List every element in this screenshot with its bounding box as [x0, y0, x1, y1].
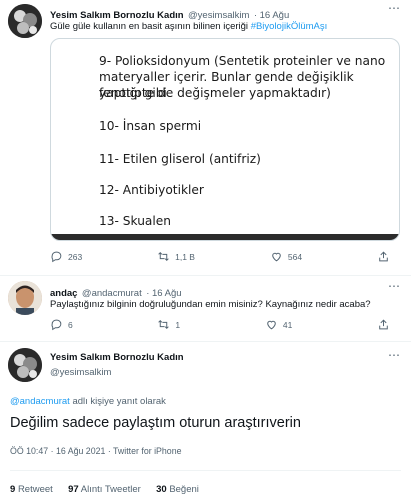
- reply-to-handle-link[interactable]: @andacmurat: [10, 396, 70, 407]
- share-icon: [379, 251, 388, 262]
- divider: [10, 470, 401, 471]
- tweet-text: Güle güle kullanın en basit aşının bilin…: [50, 20, 327, 33]
- image-text-line: 11- Etilen gliserol (antifriz): [99, 152, 261, 166]
- tweet-actions: 263 1,1 B 564: [50, 250, 390, 263]
- retweets-stat[interactable]: 9 Retweet: [10, 484, 53, 495]
- retweet-count: 1,1 B: [175, 251, 195, 262]
- tweet-actions: 6 1 41: [50, 318, 390, 331]
- share-button[interactable]: [377, 318, 390, 331]
- retweet-icon: [158, 252, 169, 261]
- heart-icon: [267, 320, 276, 330]
- avatar[interactable]: [8, 281, 42, 315]
- more-options-icon[interactable]: ⋯: [388, 348, 400, 362]
- reply-button[interactable]: 6: [50, 318, 73, 331]
- divider: [0, 275, 411, 276]
- avatar-image-icon: [8, 348, 42, 382]
- reply-to-suffix: adlı kişiye yanıt olarak: [72, 396, 166, 407]
- image-text-line: 9- Polioksidonyum (Sentetik proteinler v…: [99, 54, 386, 68]
- likes-stat[interactable]: 30 Beğeni: [156, 484, 199, 495]
- image-bottom-bar: [51, 234, 399, 240]
- avatar[interactable]: [8, 4, 42, 38]
- tweet-body: Güle güle kullanın en basit aşının bilin…: [50, 21, 249, 32]
- image-text-line: 12- Antibiyotikler: [99, 183, 204, 197]
- author-handle[interactable]: @yesimsalkim: [50, 367, 111, 378]
- image-text-line: 10- İnsan spermi: [99, 119, 202, 133]
- retweet-count: 1: [175, 319, 181, 330]
- reply-icon: [51, 251, 62, 263]
- like-button[interactable]: 41: [265, 318, 292, 331]
- reply-button[interactable]: 263: [50, 250, 82, 263]
- tweet-timestamp[interactable]: ÖÖ 10:47 · 16 Ağu 2021 · Twitter for iPh…: [10, 446, 181, 456]
- retweet-button[interactable]: 1: [157, 318, 180, 331]
- author-name[interactable]: Yesim Salkım Bornozlu Kadın: [50, 352, 184, 363]
- avatar-image-icon: [8, 281, 42, 315]
- quotes-stat[interactable]: 97 Alıntı Tweetler: [68, 484, 141, 495]
- image-text-line: 13- Skualen: [99, 214, 171, 228]
- hashtag-link[interactable]: #BiyolojikÖlümAşı: [251, 21, 328, 32]
- reply-context: @andacmurat adlı kişiye yanıt olarak: [10, 396, 166, 407]
- more-options-icon[interactable]: ⋯: [388, 279, 400, 293]
- retweet-button[interactable]: 1,1 B: [157, 250, 195, 263]
- image-text-line: fenotipte de değişmeler yapmaktadır): [99, 86, 331, 100]
- tweet-image[interactable]: 9- Polioksidonyum (Sentetik proteinler v…: [50, 38, 400, 241]
- more-options-icon[interactable]: ⋯: [388, 1, 400, 15]
- share-icon: [379, 319, 388, 330]
- reply-icon: [51, 319, 62, 331]
- like-count: 41: [282, 319, 293, 330]
- heart-icon: [272, 252, 281, 262]
- retweet-icon: [158, 320, 170, 329]
- tweet-text: Paylaştığınız bilginin doğruluğundan emi…: [50, 299, 371, 310]
- reply-count: 263: [68, 251, 83, 262]
- divider: [0, 341, 411, 342]
- avatar-image-icon: [8, 4, 42, 38]
- like-count: 564: [287, 251, 303, 262]
- tweet-text: Değilim sadece paylaştım oturun araştırı…: [10, 415, 301, 431]
- avatar[interactable]: [8, 348, 42, 382]
- reply-count: 6: [68, 319, 73, 330]
- share-button[interactable]: [377, 250, 390, 263]
- like-button[interactable]: 564: [270, 250, 302, 263]
- tweet-stats: 9 Retweet 97 Alıntı Tweetler 30 Beğeni: [10, 484, 199, 495]
